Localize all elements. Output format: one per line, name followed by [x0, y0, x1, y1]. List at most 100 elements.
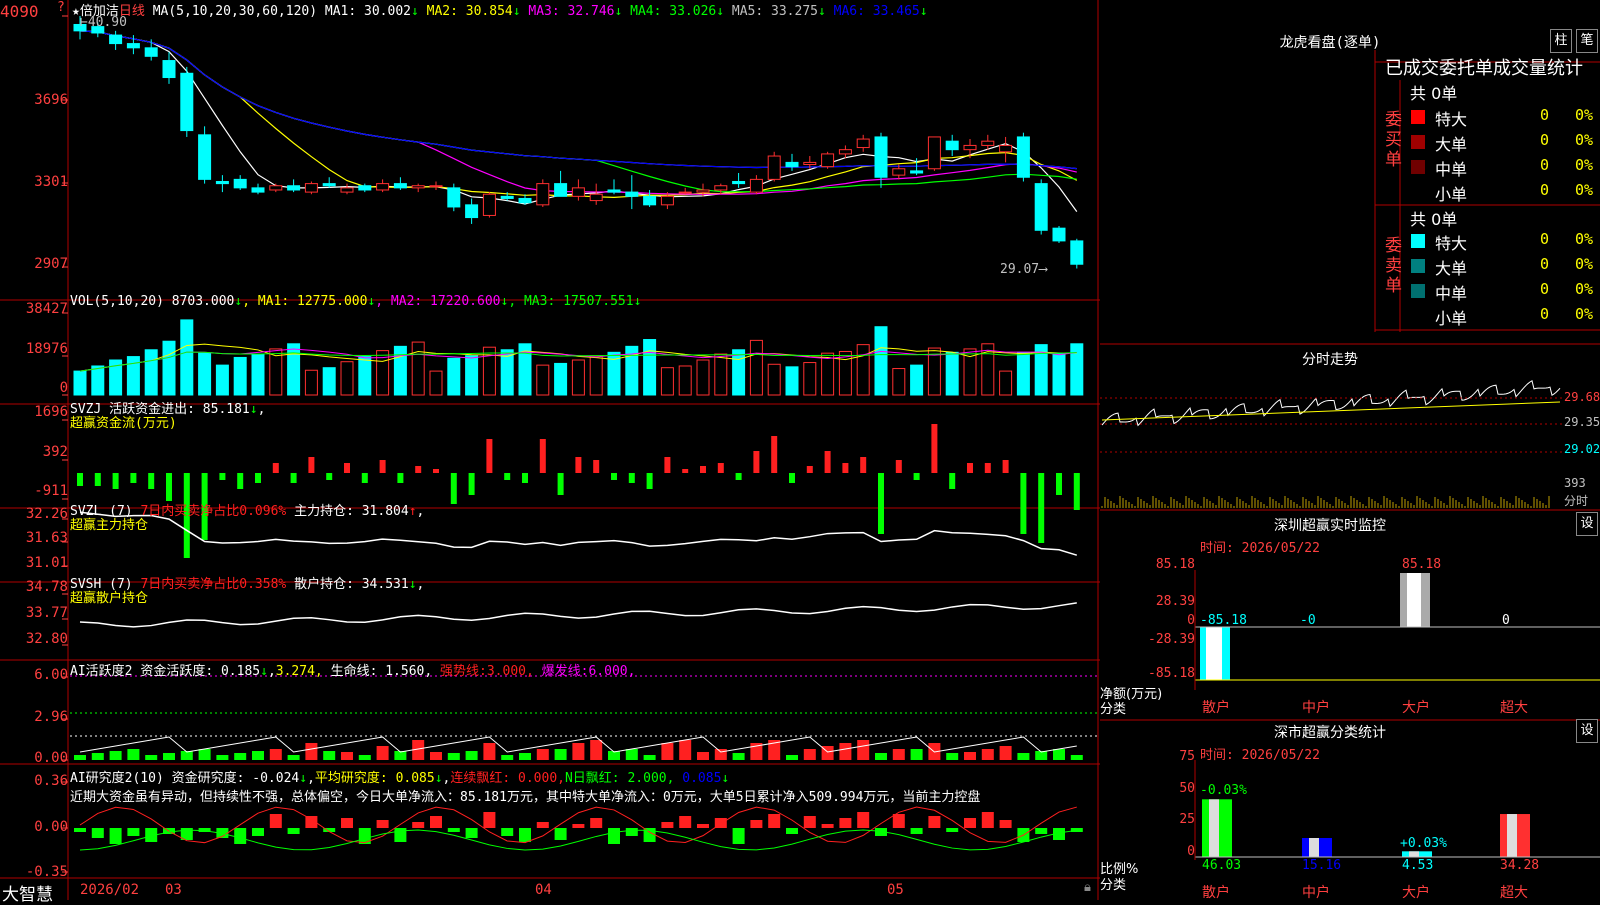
candle-body	[447, 187, 461, 208]
order-pct: 0%	[1575, 106, 1594, 124]
classify-bar-highlight	[1209, 799, 1219, 857]
candle-body	[589, 193, 603, 202]
sz-category-label: 中户	[1302, 700, 1330, 716]
candle-body	[643, 195, 657, 206]
activity-bar	[198, 749, 211, 760]
svzj-axis-label: -911	[34, 483, 68, 499]
research-bar	[127, 828, 140, 836]
fund-flow-bar	[272, 463, 279, 473]
volume-bar	[892, 368, 906, 396]
lock-icon[interactable]: 🔒︎	[1084, 880, 1091, 895]
research-bar	[786, 828, 798, 834]
intraday-axis: 29.35	[1564, 415, 1600, 429]
research-bar	[910, 828, 923, 834]
fund-flow-bar	[1056, 473, 1062, 495]
classify-settings-button[interactable]: 设	[1576, 719, 1598, 743]
fund-flow-bar	[1002, 460, 1009, 473]
research-bar	[430, 816, 442, 828]
vol-ma-value-2: , MA2: 17220.600	[375, 294, 501, 309]
activity-bar	[999, 746, 1012, 760]
classify-bar-value: 15.16	[1302, 858, 1342, 873]
kline-chart-area[interactable]	[0, 0, 1600, 900]
activity-bar	[145, 755, 158, 760]
candle-body	[910, 170, 924, 174]
fund-flow-bar	[789, 473, 795, 483]
candle-body	[411, 185, 425, 189]
svzj-subtitle: 超赢资金流(万元)	[70, 416, 177, 431]
bar-mode-button[interactable]: 柱	[1550, 29, 1572, 53]
classify-time: 时间: 2026/05/22	[1200, 748, 1320, 763]
candle-body	[1016, 136, 1030, 178]
research-bar	[572, 824, 585, 828]
sz-axis-label: -85.18	[1148, 666, 1195, 681]
candle-body	[571, 187, 585, 197]
sz-bar	[1407, 573, 1421, 627]
svsh-axis-label: 32.80	[25, 631, 68, 647]
activity-bar	[786, 755, 798, 760]
volume-bar	[589, 355, 603, 396]
activity-bar	[74, 755, 86, 760]
fund-flow-bar	[504, 473, 511, 480]
ai1-axis-label: 0.00	[34, 750, 68, 766]
research-bar	[376, 820, 389, 828]
order-color-swatch	[1411, 309, 1425, 323]
ma-value-5: MA5: 33.275	[724, 4, 818, 19]
classify-xlabel: 分类	[1100, 878, 1127, 893]
classify-bar-top-label: -0.03%	[1200, 783, 1247, 798]
tick-mode-button[interactable]: 笔	[1576, 29, 1598, 53]
ma-line-3	[79, 30, 1077, 195]
sz-bar-value: -85.18	[1200, 613, 1247, 628]
candle-body	[554, 183, 568, 197]
volume-bar	[162, 340, 176, 396]
activity-bar	[964, 752, 976, 760]
order-count: 0	[1540, 181, 1550, 199]
order-pct: 0%	[1575, 156, 1594, 174]
sz-bar-value: -0	[1300, 613, 1316, 628]
svzl-subtitle: 超赢主力持仓	[70, 518, 149, 533]
sz-monitor-title: 深圳超赢实时监控	[1274, 518, 1386, 534]
research-bar	[412, 822, 425, 828]
volume-bar	[358, 356, 372, 396]
fund-flow-bar	[166, 473, 172, 501]
order-size-label: 大单	[1435, 259, 1468, 278]
ai2-analysis-text: 近期大资金虽有异动，但持续性不强，总体偏空，今日大单净流入：85.181万元，其…	[70, 790, 981, 805]
research-bar	[501, 828, 514, 836]
trade-stats-heading: 已成交委托单成交量统计	[1385, 58, 1583, 79]
volume-bar	[945, 351, 959, 396]
vol-ma-value-1: , MA1: 12775.000	[242, 294, 368, 309]
ai1-axis-label: 2.96	[34, 709, 68, 725]
candle-body	[749, 178, 763, 193]
order-color-swatch	[1411, 160, 1425, 174]
order-color-swatch	[1411, 135, 1425, 149]
intraday-avg-line	[1101, 401, 1561, 421]
candle-body	[1034, 183, 1048, 231]
fund-flow-bar	[700, 466, 706, 473]
candle-body	[767, 155, 781, 180]
candle-body	[1070, 240, 1084, 265]
sz-axis-label: 85.18	[1155, 557, 1195, 572]
candle-body	[625, 191, 639, 197]
svzj-axis-label: 1696	[34, 404, 68, 420]
order-pct: 0%	[1575, 181, 1594, 199]
buy-orders-label: 委买单	[1385, 110, 1402, 170]
svzl-axis-label: 31.01	[25, 555, 68, 571]
volume-bar	[536, 364, 550, 396]
fund-flow-bar	[860, 457, 867, 473]
classify-axis-label: 0	[1187, 844, 1195, 859]
research-bar	[821, 824, 834, 828]
vol-axis-label: 0	[59, 380, 68, 396]
activity-bar	[875, 753, 887, 760]
classify-bar-highlight	[1309, 837, 1319, 857]
volume-bar	[643, 339, 657, 396]
candle-body	[304, 183, 318, 193]
candle-body	[109, 34, 123, 45]
volume-bar	[447, 357, 461, 396]
research-bar	[999, 820, 1012, 828]
fund-flow-bar	[824, 451, 831, 473]
volume-bar	[856, 344, 870, 396]
sz-settings-button[interactable]: 设	[1576, 512, 1598, 536]
ma-line-6	[79, 30, 1077, 170]
order-pct: 0%	[1575, 131, 1594, 149]
classify-title: 深市超赢分类统计	[1274, 725, 1386, 741]
sell-total: 共 0单	[1410, 210, 1458, 229]
